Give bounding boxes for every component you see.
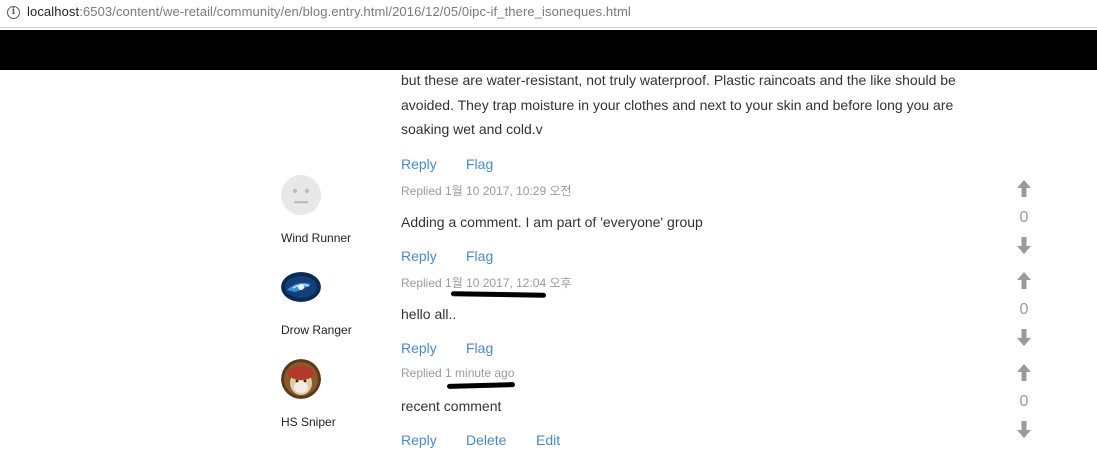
comment-1-timestamp: Replied 1월 10 2017, 10:29 오전 [401,184,572,198]
post-flag-link[interactable]: Flag [466,156,493,172]
comment-1-text: Adding a comment. I am part of 'everyone… [401,214,703,230]
comment-2-username[interactable]: Drow Ranger [281,323,352,337]
redaction-mark [446,382,516,389]
arrow-down-icon[interactable] [1017,421,1031,438]
comment-3-delete-link[interactable]: Delete [466,432,506,448]
header-band [0,30,1097,70]
url-path: :6503/content/we-retail/community/en/blo… [79,4,631,19]
avatar-drow-ranger[interactable] [281,272,321,302]
comment-2-text: hello all.. [401,306,457,322]
info-icon[interactable]: i [7,6,20,19]
arrow-up-icon[interactable] [1017,180,1031,197]
arrow-down-icon[interactable] [1017,237,1031,254]
comment-2-flag-link[interactable]: Flag [466,340,493,356]
post-reply-link[interactable]: Reply [401,156,437,172]
arrow-down-icon[interactable] [1017,329,1031,346]
comment-2-timestamp: Replied 1월 10 2017, 12:04 오후 [401,276,572,290]
comment-3-username[interactable]: HS Sniper [281,415,336,429]
arrow-up-icon[interactable] [1017,272,1031,289]
avatar-hs-sniper[interactable] [281,359,321,399]
hero-portrait-avatar-icon [281,272,321,302]
comment-1-reply-link[interactable]: Reply [401,248,437,264]
comment-3-text: recent comment [401,398,502,414]
comment-1-flag-link[interactable]: Flag [466,248,493,264]
comment-3-vote-count: 0 [1019,393,1029,410]
comment-1-vote-count: 0 [1019,209,1029,226]
comment-3-reply-link[interactable]: Reply [401,432,437,448]
comment-1-username[interactable]: Wind Runner [281,231,351,245]
comment-3-timestamp: Replied 1 minute ago [401,366,515,380]
redaction-mark [450,291,547,298]
comment-2-vote-count: 0 [1019,301,1029,318]
url-host: localhost [27,4,80,19]
comment-3-edit-link[interactable]: Edit [536,432,560,448]
post-body-text: but these are water-resistant, not truly… [401,72,956,137]
arrow-up-icon[interactable] [1017,364,1031,381]
address-bar[interactable]: i localhost:6503/content/we-retail/commu… [0,0,1097,28]
neutral-face-avatar-icon [281,175,321,215]
comment-2-reply-link[interactable]: Reply [401,340,437,356]
page: i localhost:6503/content/we-retail/commu… [0,0,1097,471]
avatar-wind-runner[interactable] [281,175,321,215]
hero-portrait-avatar-icon [281,359,321,399]
url-text[interactable]: localhost:6503/content/we-retail/communi… [27,4,631,19]
